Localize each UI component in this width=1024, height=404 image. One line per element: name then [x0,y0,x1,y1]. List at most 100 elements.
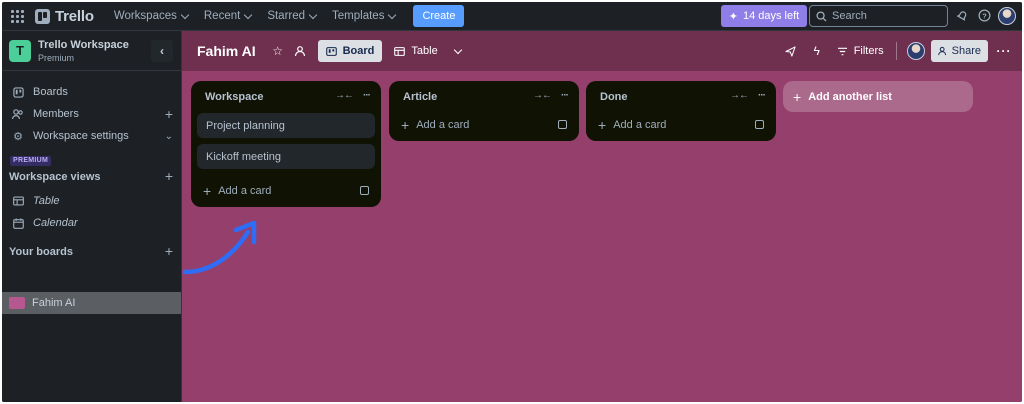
premium-badge: PREMIUM [10,156,52,166]
list-title[interactable]: Done [600,91,628,103]
plus-icon[interactable]: + [165,243,173,259]
members-icon [12,108,24,120]
card[interactable]: Project planning [197,113,375,138]
board-color-swatch [9,297,25,309]
trial-label: 14 days left [742,10,800,22]
sidebar-item-label: Boards [33,86,68,98]
member-avatar[interactable] [906,42,925,60]
list-title[interactable]: Article [403,91,437,103]
nav-templates[interactable]: Templates [324,4,403,28]
create-button[interactable]: Create [413,5,465,27]
sidebar-item-label: Calendar [33,217,78,229]
sidebar-item-members[interactable]: Members + [2,103,181,125]
template-icon[interactable] [360,186,369,195]
list-title[interactable]: Workspace [205,91,264,103]
sidebar-item-label: Table [33,195,60,207]
board-icon [12,86,24,98]
filter-icon[interactable] [835,43,851,59]
board-title[interactable]: Fahim AI [197,43,256,59]
nav-recent[interactable]: Recent [196,4,259,28]
nav-templates-label: Templates [332,10,385,22]
sparkle-icon: ✦ [728,10,738,23]
add-card-button[interactable]: + Add a card [389,109,579,141]
plus-icon: + [598,117,607,133]
collapse-icon[interactable]: →← [533,90,552,101]
plus-icon: + [401,117,410,133]
sidebar-item-calendar[interactable]: Calendar [2,212,181,234]
sidebar-board-fahim-ai[interactable]: Fahim AI [2,292,181,314]
add-card-button[interactable]: + Add a card [586,109,776,141]
list-workspace[interactable]: Workspace →← ··· Project planning Kickoff… [191,81,381,207]
sidebar-item-boards[interactable]: Boards [2,81,181,103]
board-view-button[interactable]: Board [317,40,383,62]
nav-workspaces[interactable]: Workspaces [106,4,196,28]
more-icon[interactable]: ··· [561,90,569,101]
people-icon[interactable] [292,43,308,59]
collapse-icon[interactable]: →← [335,90,354,101]
table-icon [12,195,24,207]
template-icon[interactable] [558,120,567,129]
board-header-actions: ϟ Filters Share ··· [783,31,1022,71]
trello-window: Trello Workspaces Recent Starred Templat… [2,2,1022,402]
trello-logo-icon [35,8,50,24]
workspace-name[interactable]: Trello Workspace [38,39,129,51]
share-label: Share [951,45,981,57]
more-icon[interactable]: ··· [363,90,371,101]
table-view-button[interactable]: Table [386,40,445,62]
table-icon [394,46,406,56]
star-icon[interactable]: ☆ [270,43,286,59]
nav-workspaces-label: Workspaces [113,10,177,22]
add-list-label: Add another list [808,90,892,103]
logo-text: Trello [55,7,94,25]
chevron-down-icon [180,10,190,19]
add-card-label: Add a card [416,119,470,131]
plus-icon[interactable]: + [165,168,173,184]
sidebar-item-label: Members [33,108,79,120]
chevron-down-icon [244,10,253,19]
chevron-left-icon[interactable]: ‹ [151,40,173,62]
workspace-badge: T [9,39,31,62]
send-icon[interactable] [783,43,799,59]
template-icon[interactable] [755,120,764,129]
list-done[interactable]: Done →← ··· + Add a card [586,81,776,141]
avatar[interactable] [998,7,1016,25]
plus-icon[interactable]: + [165,106,173,122]
nav-starred-label: Starred [267,10,306,22]
help-icon[interactable]: ? [977,9,991,23]
sidebar-item-label: Workspace settings [33,130,129,142]
board-view-label: Board [342,45,375,57]
nav-starred[interactable]: Starred [259,4,324,28]
bell-icon[interactable] [955,9,969,23]
share-button[interactable]: Share [930,40,988,62]
collapse-icon[interactable]: →← [730,90,749,101]
sidebar-item-table[interactable]: Table [2,190,181,212]
more-icon[interactable]: ··· [996,43,1012,59]
add-list-button[interactable]: + Add another list [783,81,973,112]
trello-logo[interactable]: Trello [35,8,94,25]
apps-grid-icon[interactable] [11,9,25,23]
chevron-down-icon[interactable]: ⌄ [165,131,173,142]
sidebar-board-label: Fahim AI [32,297,76,309]
list-article[interactable]: Article →← ··· + Add a card [389,81,579,141]
workspace-plan: Premium [38,52,75,63]
search-placeholder: Search [832,10,867,22]
card[interactable]: Kickoff meeting [197,144,375,169]
add-card-label: Add a card [613,119,667,131]
filters-button[interactable]: Filters [854,45,884,57]
lightning-icon[interactable]: ϟ [809,43,825,59]
more-icon[interactable]: ··· [758,90,766,101]
board-icon [325,46,337,56]
calendar-icon [12,217,24,229]
sidebar-item-settings[interactable]: ⚙ Workspace settings ⌄ [2,125,181,147]
add-card-button[interactable]: + Add a card [191,175,381,207]
board-header: Fahim AI ☆ Board Table ϟ Filters Share ·… [182,31,1022,71]
workspace-views-title: Workspace views [9,171,101,183]
search-input[interactable]: Search [809,5,948,27]
arrow-annotation-icon [182,220,257,275]
trial-button[interactable]: ✦ 14 days left [721,5,807,27]
add-card-label: Add a card [218,185,272,197]
chevron-down-icon [388,10,397,19]
chevron-down-icon[interactable] [450,43,466,59]
list-header: Workspace →← ··· [191,81,381,113]
workspace-header: T Trello Workspace Premium ‹ [2,31,181,71]
